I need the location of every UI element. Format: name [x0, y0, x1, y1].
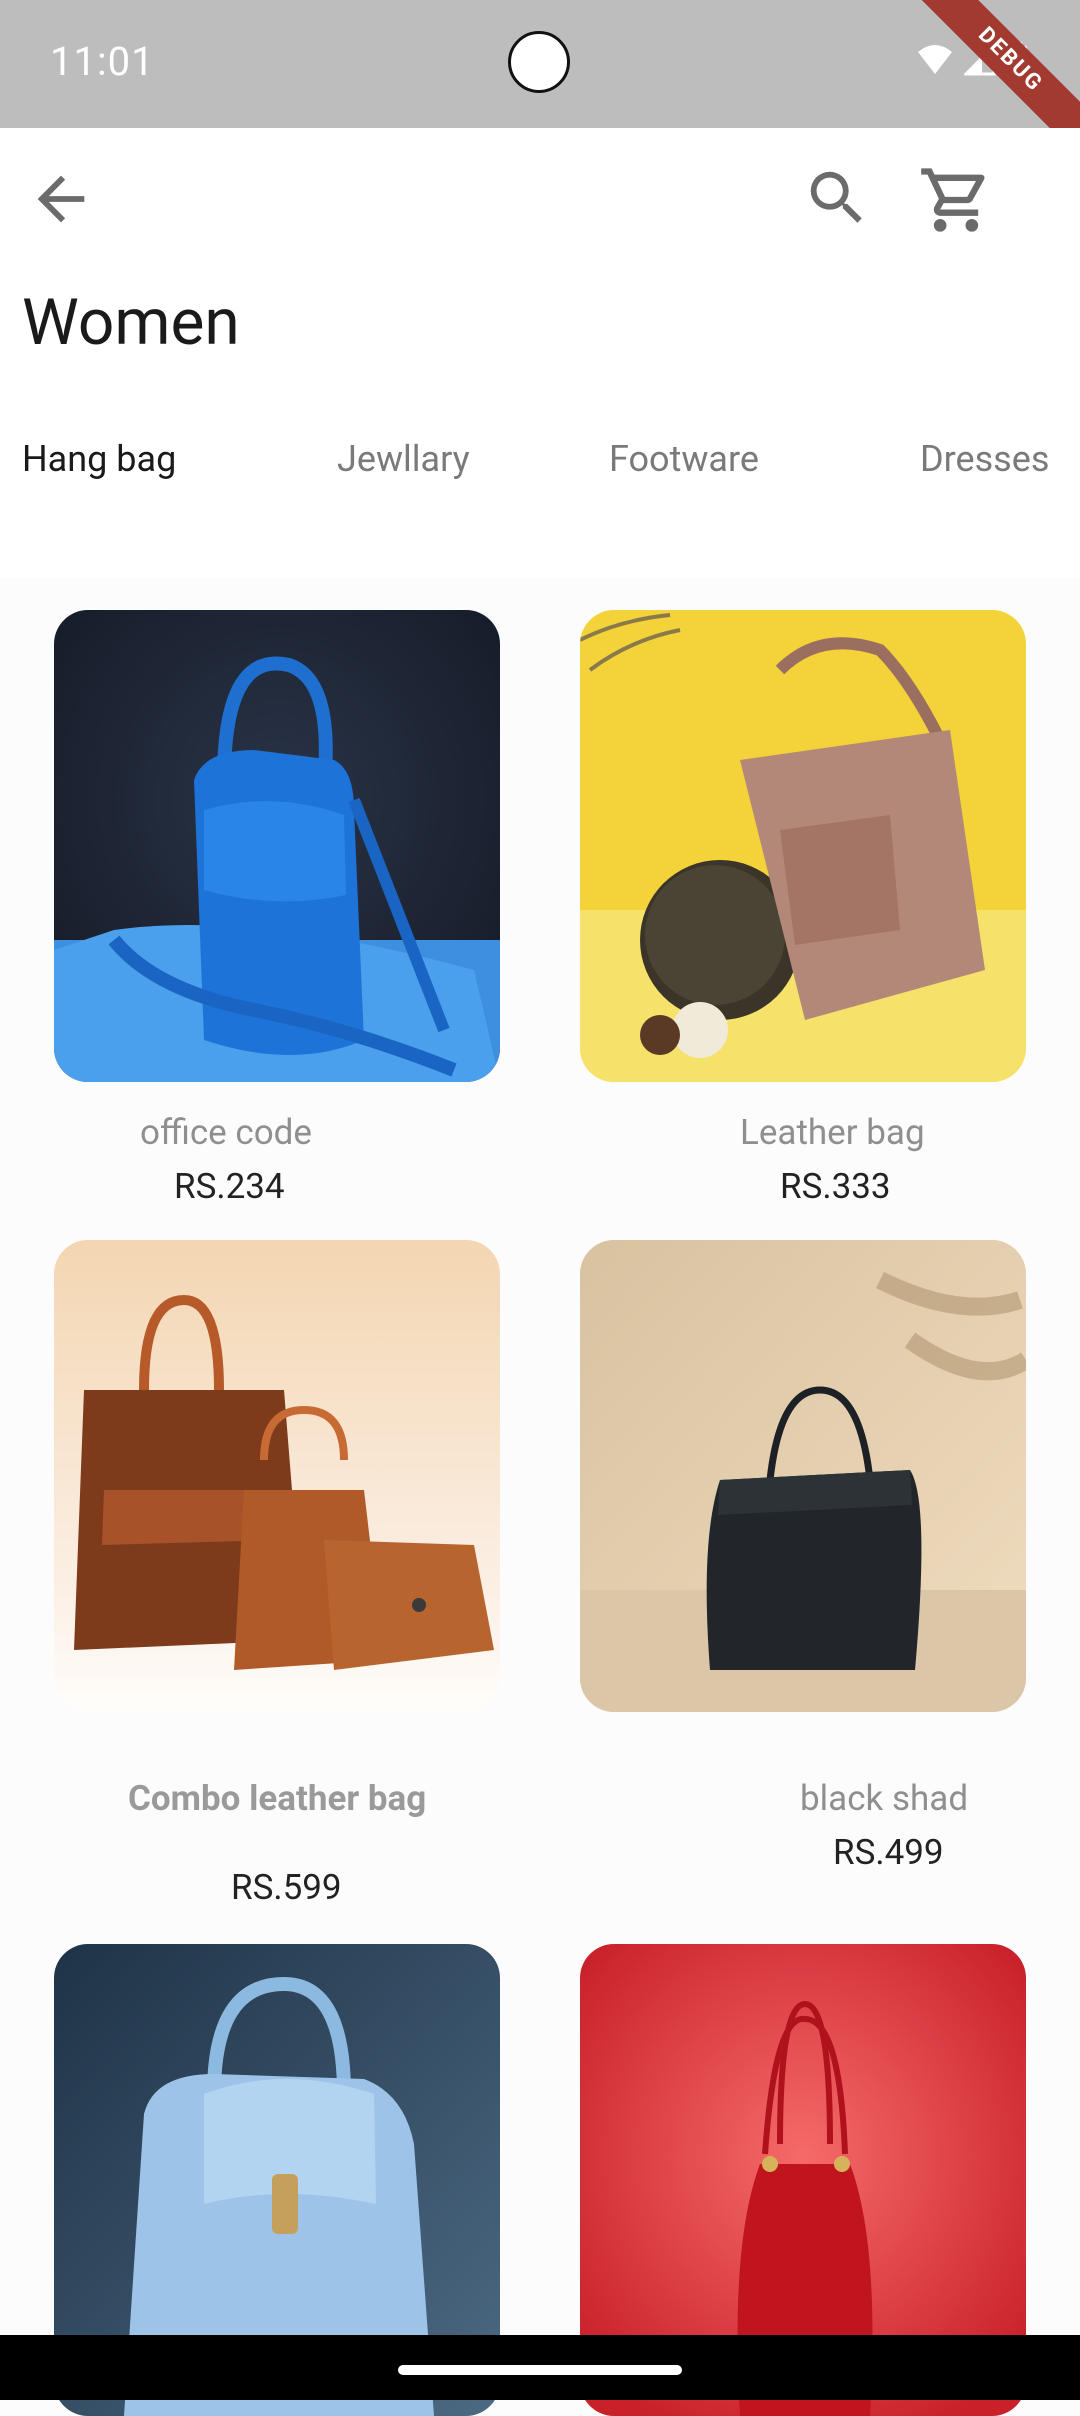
product-price: RS.234: [174, 1166, 285, 1207]
tab-jewllary[interactable]: Jewllary: [337, 438, 470, 480]
product-image: [580, 1240, 1026, 1712]
system-nav-bar: [0, 2335, 1080, 2400]
product-name: Combo leather bag: [128, 1778, 427, 1819]
status-bar: 11:01 DEBUG: [0, 0, 1080, 181]
product-price: RS.333: [780, 1166, 891, 1207]
product-name: Leather bag: [740, 1112, 925, 1153]
product-image: [54, 1240, 500, 1712]
tab-dresses[interactable]: Dresses: [920, 438, 1049, 480]
cart-button[interactable]: [918, 162, 994, 238]
product-card[interactable]: [580, 1240, 1026, 1712]
search-icon: [802, 163, 872, 233]
product-card[interactable]: [54, 1240, 500, 1712]
back-button[interactable]: [26, 164, 96, 234]
product-card[interactable]: [54, 610, 500, 1082]
tab-hang-bag[interactable]: Hang bag: [22, 438, 176, 480]
arrow-back-icon: [26, 164, 96, 234]
app-bar: [0, 128, 1080, 268]
product-card[interactable]: [580, 610, 1026, 1082]
product-image: [54, 610, 500, 1082]
camera-cutout: [508, 31, 570, 93]
product-name: office code: [140, 1112, 312, 1153]
wifi-icon: [916, 44, 954, 76]
product-price: RS.599: [231, 1867, 342, 1908]
shopping-cart-icon: [918, 162, 994, 238]
product-price: RS.499: [833, 1832, 944, 1873]
product-grid: office code RS.234 Leather bag RS.333 Co…: [0, 578, 1080, 2416]
product-image: [580, 610, 1026, 1082]
home-indicator[interactable]: [398, 2365, 682, 2375]
tab-footware[interactable]: Footware: [609, 438, 759, 480]
status-time: 11:01: [50, 38, 155, 85]
search-button[interactable]: [802, 163, 872, 233]
page-title: Women: [22, 285, 240, 360]
product-name: black shad: [800, 1778, 969, 1819]
